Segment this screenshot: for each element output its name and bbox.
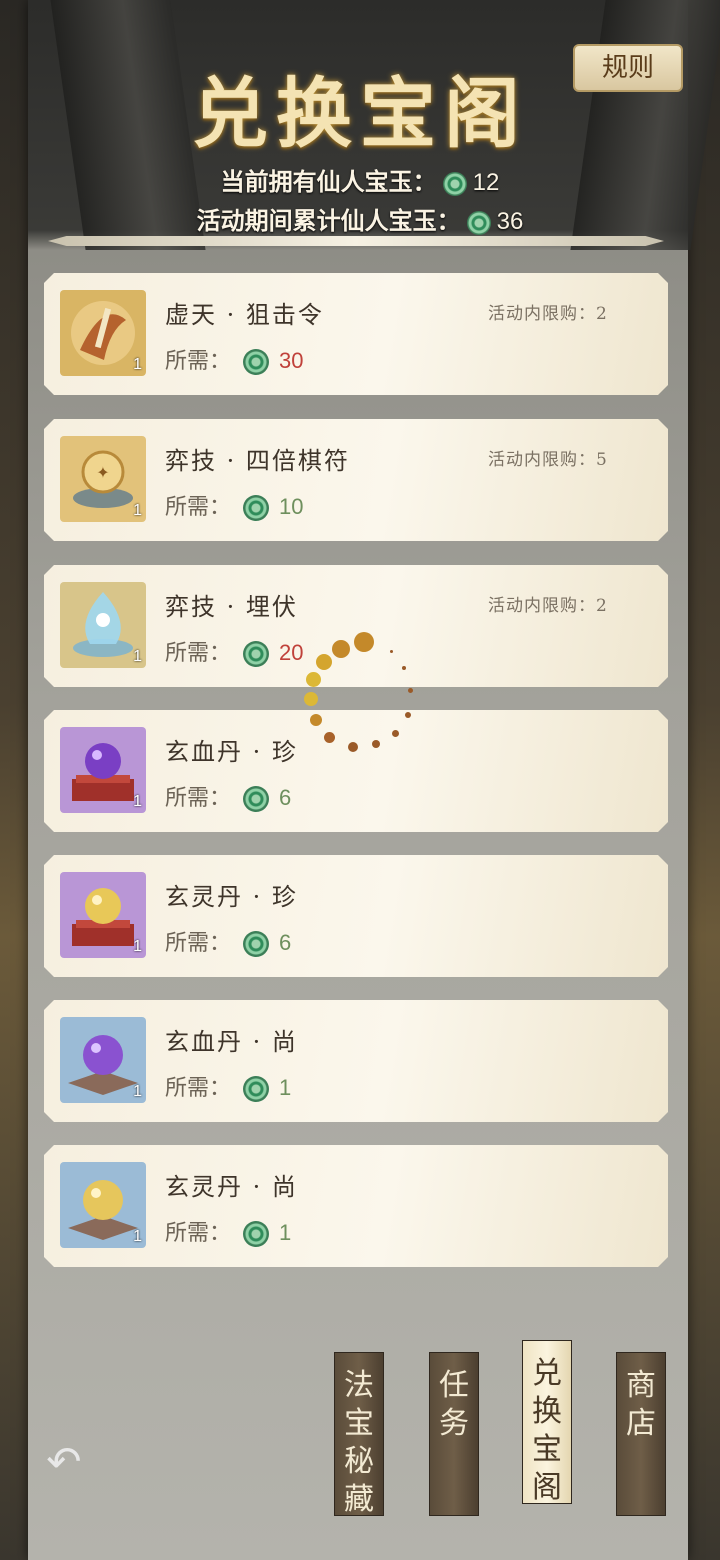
cost-value: 1: [279, 1220, 292, 1245]
item-thumbnail: 1: [60, 727, 146, 813]
item-name: 玄血丹 · 珍: [165, 738, 298, 766]
jade-coin-icon: [243, 641, 270, 667]
tab-treasure-vault[interactable]: 法宝秘藏: [334, 1352, 384, 1517]
cost-value: 30: [279, 348, 304, 373]
back-arrow-icon[interactable]: ↶: [40, 1441, 88, 1483]
item-qty: 1: [133, 502, 142, 519]
cost-label: 所需：: [165, 349, 232, 374]
item-qty: 1: [133, 648, 142, 665]
item-qty: 1: [133, 938, 142, 955]
jade-coin-icon: [243, 931, 270, 957]
owned-jade-label: 当前拥有仙人宝玉：: [220, 167, 437, 196]
rules-button[interactable]: 规则: [573, 44, 683, 92]
item-name: 弈技 · 四倍棋符: [165, 447, 350, 475]
jade-coin-icon: [243, 1076, 270, 1102]
jade-coin-icon: [466, 210, 491, 235]
item-name: 虚天 · 狙击令: [165, 301, 324, 329]
jade-coin-icon: [243, 495, 270, 521]
exchange-item[interactable]: ✦ 1 弈技 · 四倍棋符 活动内限购：5 所需： 10: [44, 419, 668, 541]
tab-tasks[interactable]: 任务: [429, 1352, 479, 1516]
cost-label: 所需：: [165, 641, 232, 666]
item-thumbnail: 1: [60, 290, 146, 376]
item-cost: 所需： 20: [165, 635, 304, 667]
cost-value: 1: [279, 1075, 292, 1100]
item-limit: 活动内限购：2: [488, 596, 608, 616]
cost-label: 所需：: [165, 931, 232, 956]
item-cost: 所需： 1: [165, 1070, 291, 1102]
cost-label: 所需：: [165, 495, 232, 520]
item-thumbnail: 1: [60, 582, 146, 668]
owned-jade-value: 12: [472, 169, 500, 196]
item-cost: 所需： 30: [165, 343, 304, 375]
jade-coin-icon: [243, 1221, 270, 1247]
cost-value: 10: [279, 494, 304, 519]
accum-jade-label: 活动期间累计仙人宝玉：: [196, 206, 461, 235]
item-thumbnail: 1: [60, 1017, 146, 1103]
cost-value: 6: [279, 930, 292, 955]
item-cost: 所需： 10: [165, 489, 304, 521]
item-name: 弈技 · 埋伏: [165, 593, 298, 621]
item-limit: 活动内限购：2: [488, 304, 608, 324]
item-name: 玄灵丹 · 尚: [165, 1173, 298, 1201]
exchange-item[interactable]: 1 玄灵丹 · 珍 所需： 6: [44, 855, 668, 977]
tab-exchange[interactable]: 兑换宝阁: [522, 1340, 572, 1505]
item-qty: 1: [133, 793, 142, 810]
item-cost: 所需： 6: [165, 780, 291, 812]
cost-label: 所需：: [165, 1076, 232, 1101]
accum-jade-line: 活动期间累计仙人宝玉： 36: [0, 201, 720, 236]
item-qty: 1: [133, 1228, 142, 1245]
exchange-item[interactable]: 1 虚天 · 狙击令 活动内限购：2 所需： 30: [44, 273, 668, 395]
owned-jade-line: 当前拥有仙人宝玉： 12: [0, 162, 720, 197]
item-thumbnail: ✦ 1: [60, 436, 146, 522]
jade-coin-icon: [442, 171, 467, 196]
jade-coin-icon: [243, 786, 270, 812]
item-limit: 活动内限购：5: [488, 450, 608, 470]
header-divider: [48, 236, 664, 246]
cost-label: 所需：: [165, 1221, 232, 1246]
item-qty: 1: [133, 1083, 142, 1100]
loading-spinner-icon: [300, 630, 420, 752]
item-thumbnail: 1: [60, 872, 146, 958]
item-cost: 所需： 1: [165, 1215, 291, 1247]
accum-jade-value: 36: [496, 208, 524, 235]
svg-text:✦: ✦: [96, 463, 109, 482]
item-cost: 所需： 6: [165, 925, 291, 957]
exchange-item[interactable]: 1 玄血丹 · 尚 所需： 1: [44, 1000, 668, 1122]
cost-label: 所需：: [165, 786, 232, 811]
tab-shop[interactable]: 商店: [616, 1352, 666, 1516]
item-qty: 1: [133, 356, 142, 373]
item-name: 玄灵丹 · 珍: [165, 883, 298, 911]
jade-coin-icon: [243, 349, 270, 375]
exchange-item[interactable]: 1 玄灵丹 · 尚 所需： 1: [44, 1145, 668, 1267]
cost-value: 6: [279, 785, 292, 810]
item-thumbnail: 1: [60, 1162, 146, 1248]
item-name: 玄血丹 · 尚: [165, 1028, 298, 1056]
